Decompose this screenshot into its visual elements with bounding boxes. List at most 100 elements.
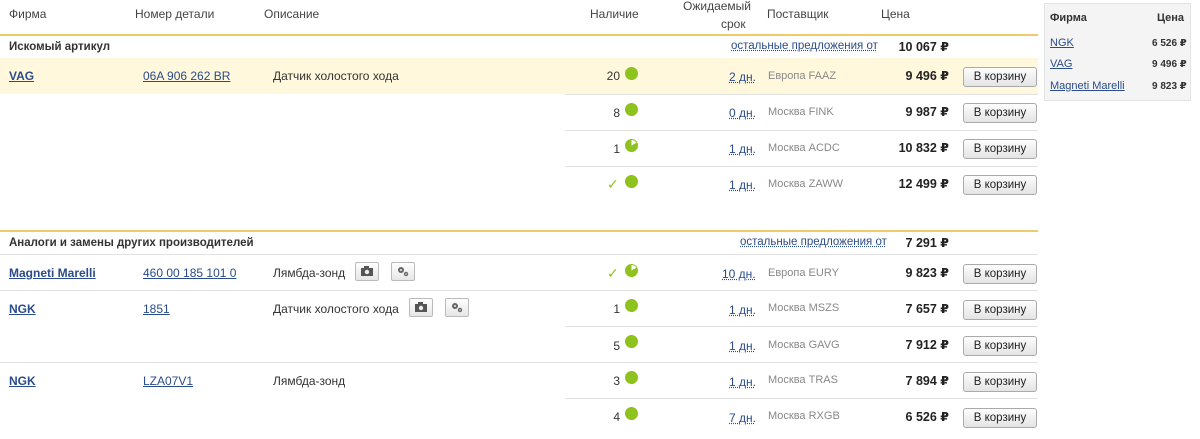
part-number-link[interactable]: 06A 906 262 BR [143,69,230,83]
add-to-cart-button[interactable]: В корзину [963,175,1037,195]
photo-button[interactable] [355,262,379,281]
delivery-days[interactable]: 1 дн. [729,339,756,353]
other-offers-link[interactable]: остальные предложения от [731,40,878,52]
add-to-cart-button[interactable]: В корзину [963,139,1037,159]
delivery-days[interactable]: 2 дн. [729,70,756,84]
green-dot-icon [625,103,638,116]
gears-icon [452,303,463,313]
summary-brand-link[interactable]: NGK [1050,37,1074,49]
green-dot-icon [625,407,638,420]
row-divider [0,362,1038,363]
delivery-days[interactable]: 7 дн. [729,411,756,425]
section-title-analogs: Аналоги и замены других производителей [9,237,254,249]
add-to-cart-button[interactable]: В корзину [963,372,1037,392]
part-description: Датчик холостого хода [273,302,399,316]
section-divider [0,34,1038,36]
delivery-days[interactable]: 1 дн. [729,178,756,192]
check-icon: ✓ [607,265,619,281]
row-divider [0,290,1038,291]
summary-price: 9 496 ₽ [1152,59,1187,70]
col-header-stock: Наличие [590,7,639,21]
col-header-description: Описание [264,7,320,21]
add-to-cart-button[interactable]: В корзину [963,300,1037,320]
row-divider [0,254,1038,255]
section-title-searched: Искомый артикул [9,41,111,53]
add-to-cart-button[interactable]: В корзину [963,408,1037,428]
green-dot-icon [625,67,638,80]
part-number-link[interactable]: LZA07V1 [143,374,193,388]
partial-dot-icon [625,139,638,152]
part-description: Лямбда-зонд [273,374,346,388]
stock-qty: 4 [613,410,620,424]
green-dot-icon [625,175,638,188]
settings-button[interactable] [445,298,469,317]
offer-price: 9 496 ₽ [905,69,949,83]
delivery-days[interactable]: 1 дн. [729,375,756,389]
brand-link[interactable]: NGK [9,374,36,388]
row-divider [565,398,1038,399]
gears-icon [398,267,409,277]
add-to-cart-button[interactable]: В корзину [963,336,1037,356]
section-divider [0,230,1038,232]
brand-link[interactable]: Magneti Marelli [9,266,96,280]
summary-price: 9 823 ₽ [1152,81,1187,92]
summary-brand-link[interactable]: Magneti Marelli [1050,80,1125,92]
other-offers-link[interactable]: остальные предложения от [740,236,887,248]
part-number-link[interactable]: 460 00 185 101 0 [143,266,236,280]
col-header-part-no: Номер детали [135,7,215,21]
settings-button[interactable] [391,262,415,281]
col-header-supplier: Поставщик [767,7,829,21]
row-divider [565,326,1038,327]
supplier-name: Москва RXGB [768,410,840,422]
summary-brand-link[interactable]: VAG [1050,58,1072,70]
photo-button[interactable] [409,298,433,317]
offer-price: 12 499 ₽ [898,177,949,191]
col-header-expected-2: срок [721,17,746,31]
offer-price: 7 657 ₽ [905,302,949,316]
green-dot-icon [625,335,638,348]
col-header-expected-1: Ожидаемый [683,0,751,13]
supplier-name: Европа FAAZ [768,70,837,82]
add-to-cart-button[interactable]: В корзину [963,67,1037,87]
offer-price: 6 526 ₽ [905,410,949,424]
col-header-brand: Фирма [9,7,47,21]
row-divider [565,94,1038,95]
delivery-days[interactable]: 1 дн. [729,303,756,317]
green-dot-icon [625,299,638,312]
supplier-name: Москва FINK [768,106,834,118]
supplier-name: Европа EURY [768,267,839,279]
partial-dot-icon [625,264,638,277]
supplier-name: Москва TRAS [768,374,838,386]
summary-header-price: Цена [1157,12,1185,24]
offer-price: 7 894 ₽ [905,374,949,388]
brand-link[interactable]: VAG [9,69,34,83]
supplier-name: Москва GAVG [768,339,840,351]
check-icon: ✓ [607,176,619,192]
offer-price: 7 912 ₽ [905,338,949,352]
part-description: Лямбда-зонд [273,266,346,280]
supplier-name: Москва ZAWW [768,178,844,190]
stock-qty: 1 [613,302,620,316]
part-description: Датчик холостого хода [273,69,399,83]
stock-qty: 3 [613,374,620,388]
camera-icon [361,266,373,276]
stock-qty: 1 [613,142,620,156]
delivery-days[interactable]: 0 дн. [729,106,756,120]
stock-qty: 5 [613,339,620,353]
green-dot-icon [625,371,638,384]
delivery-days[interactable]: 10 дн. [722,267,756,281]
stock-qty: 8 [613,106,620,120]
offer-price: 9 987 ₽ [905,105,949,119]
add-to-cart-button[interactable]: В корзину [963,264,1037,284]
other-offers-price: 10 067 ₽ [898,40,949,54]
supplier-name: Москва ACDC [768,142,840,154]
summary-price: 6 526 ₽ [1152,38,1187,49]
delivery-days[interactable]: 1 дн. [729,142,756,156]
part-number-link[interactable]: 1851 [143,302,170,316]
stock-qty: 20 [606,69,620,83]
add-to-cart-button[interactable]: В корзину [963,103,1037,123]
summary-header-brand: Фирма [1050,12,1087,24]
brand-link[interactable]: NGK [9,302,36,316]
price-summary-panel: Фирма Цена NGK 6 526 ₽ VAG 9 496 ₽ Magne… [1044,3,1191,101]
col-header-price: Цена [881,7,910,21]
